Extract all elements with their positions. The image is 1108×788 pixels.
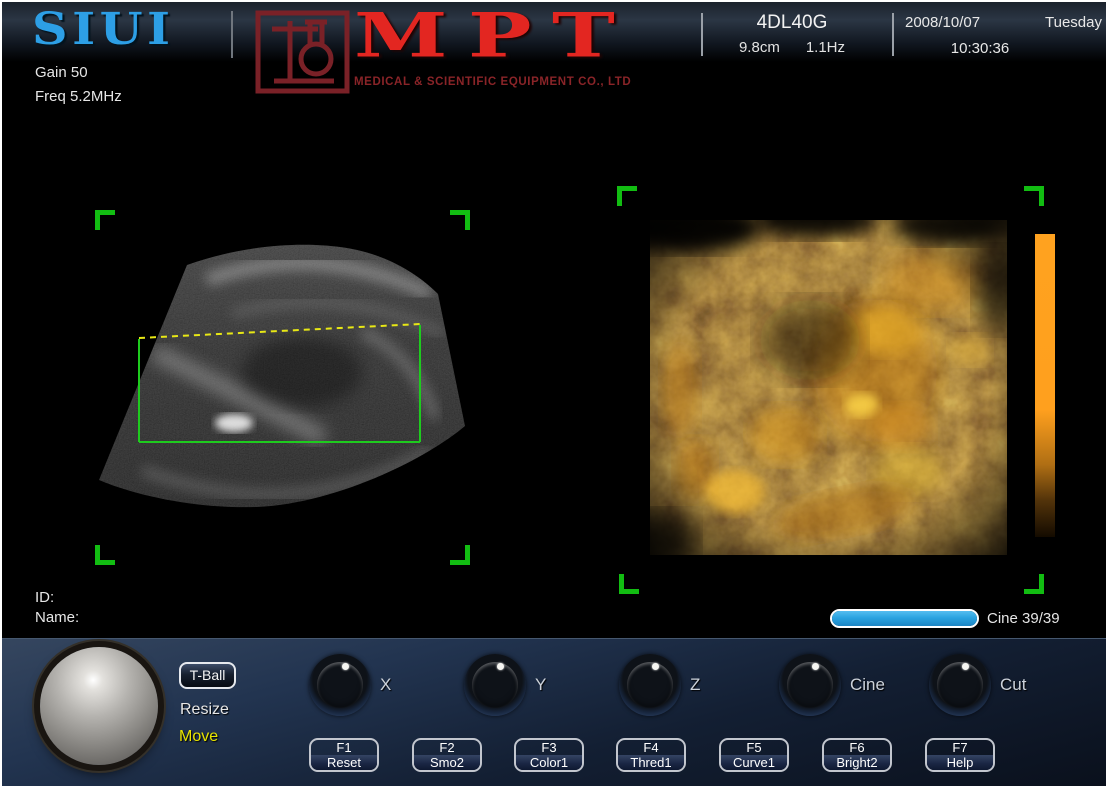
bracket-topleft-icon [95, 210, 115, 230]
x-knob-label: X [380, 675, 391, 695]
cine-knob[interactable] [779, 654, 841, 716]
knob-indicator-dot [812, 663, 819, 670]
trackball-mode-move: Move [179, 728, 218, 746]
fkey-label: Bright2 [824, 755, 890, 770]
frame-rate-value: 1.1Hz [806, 39, 845, 56]
f3-color1-button[interactable]: F3 Color1 [514, 738, 584, 772]
trackball-mode-resize: Resize [180, 701, 229, 719]
freq-readout: Freq 5.2MHz [35, 88, 122, 105]
bracket-bottomright-icon [450, 545, 470, 565]
fkey-number: F5 [721, 740, 787, 755]
roi-box [139, 324, 420, 442]
depth-value: 9.8cm [739, 39, 780, 56]
divider [701, 13, 703, 56]
f4-thred1-button[interactable]: F4 Thred1 [616, 738, 686, 772]
cine-knob-label: Cine [850, 675, 885, 695]
knob-face [937, 662, 983, 708]
time-value: 10:30:36 [905, 40, 1055, 57]
cine-progress-bar[interactable] [830, 609, 979, 628]
fkey-label: Thred1 [618, 755, 684, 770]
divider [892, 13, 894, 56]
fkey-label: Smo2 [414, 755, 480, 770]
fkey-number: F7 [927, 740, 993, 755]
knob-indicator-dot [497, 663, 504, 670]
knob-face [317, 662, 363, 708]
gain-readout: Gain 50 [35, 64, 88, 81]
bracket-bottomleft-icon [619, 574, 639, 594]
z-knob-label: Z [690, 675, 700, 695]
bracket-topright-icon [1024, 186, 1044, 206]
patient-name-label: Name: [35, 609, 79, 626]
probe-params: 9.8cm 1.1Hz [707, 39, 877, 56]
f7-help-button[interactable]: F7 Help [925, 738, 995, 772]
fkey-label: Reset [311, 755, 377, 770]
f2-smo2-button[interactable]: F2 Smo2 [412, 738, 482, 772]
mpt-logo: MPT [354, 2, 635, 68]
cine-counter: Cine 39/39 [987, 610, 1060, 627]
knob-indicator-dot [652, 663, 659, 670]
bracket-bottomright-icon [1024, 574, 1044, 594]
cine-progress-fill [832, 611, 977, 626]
date-row: 2008/10/07 Tuesday [905, 14, 1102, 31]
fkey-number: F1 [311, 740, 377, 755]
fkey-number: F2 [414, 740, 480, 755]
f6-bright2-button[interactable]: F6 Bright2 [822, 738, 892, 772]
knob-face [787, 662, 833, 708]
f1-reset-button[interactable]: F1 Reset [309, 738, 379, 772]
render-3d-image [650, 220, 1007, 555]
ultrasound-screen: SIUI MPT MEDICAL & SCIENTIFIC EQUIPMENT … [0, 0, 1108, 788]
cut-knob[interactable] [929, 654, 991, 716]
knob-indicator-dot [962, 663, 969, 670]
mpt-subtitle: MEDICAL & SCIENTIFIC EQUIPMENT CO., LTD [354, 76, 684, 88]
divider [231, 11, 233, 58]
trackball[interactable] [40, 647, 158, 765]
knob-indicator-dot [342, 663, 349, 670]
f5-curve1-button[interactable]: F5 Curve1 [719, 738, 789, 772]
fkey-label: Curve1 [721, 755, 787, 770]
fkey-label: Color1 [516, 755, 582, 770]
bracket-bottomleft-icon [95, 545, 115, 565]
date-value: 2008/10/07 [905, 14, 980, 31]
fkey-label: Help [927, 755, 993, 770]
tball-button[interactable]: T-Ball [179, 662, 236, 689]
patient-id-label: ID: [35, 589, 54, 606]
knob-face [627, 662, 673, 708]
bracket-topright-icon [450, 210, 470, 230]
siui-logo: SIUI [32, 4, 175, 55]
probe-model: 4DL40G [707, 12, 877, 34]
render-colorbar [1035, 234, 1055, 537]
fkey-number: F4 [618, 740, 684, 755]
fkey-number: F6 [824, 740, 890, 755]
x-knob[interactable] [309, 654, 371, 716]
z-knob[interactable] [619, 654, 681, 716]
bracket-topleft-icon [617, 186, 637, 206]
flask-icon [254, 9, 351, 95]
knob-face [472, 662, 518, 708]
cut-knob-label: Cut [1000, 675, 1026, 695]
y-knob[interactable] [464, 654, 526, 716]
y-knob-label: Y [535, 675, 546, 695]
weekday-value: Tuesday [1045, 14, 1102, 31]
fkey-number: F3 [516, 740, 582, 755]
